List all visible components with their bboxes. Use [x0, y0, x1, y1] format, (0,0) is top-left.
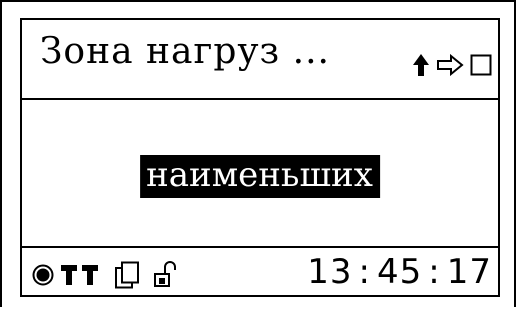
- status-icons: [32, 260, 176, 290]
- clock-seconds: 17: [446, 252, 492, 292]
- copy-pages-icon: [114, 261, 140, 289]
- arrow-up-icon: [412, 53, 430, 82]
- record-icon: [32, 264, 54, 286]
- arrow-right-outline-icon: [436, 53, 464, 81]
- empty-square-icon: [470, 54, 492, 81]
- clock: 13:45:17: [307, 252, 492, 292]
- clock-hours: 13: [307, 252, 353, 292]
- content-area: наименьших: [22, 100, 498, 246]
- screen-title: Зона нагруз ...: [40, 31, 330, 72]
- status-bar: 13:45:17: [22, 246, 498, 297]
- clock-separator: :: [428, 252, 441, 292]
- clock-minutes: 45: [377, 252, 423, 292]
- unlock-icon: [154, 261, 176, 289]
- clock-separator: :: [358, 252, 371, 292]
- header-bar: Зона нагруз ...: [22, 20, 498, 100]
- header-icons: [412, 50, 492, 84]
- selected-value[interactable]: наименьших: [140, 155, 380, 199]
- signal-bars-icon: [60, 263, 100, 287]
- lcd-screen: Зона нагруз ... наименьших 13: 45: 17: [20, 18, 500, 297]
